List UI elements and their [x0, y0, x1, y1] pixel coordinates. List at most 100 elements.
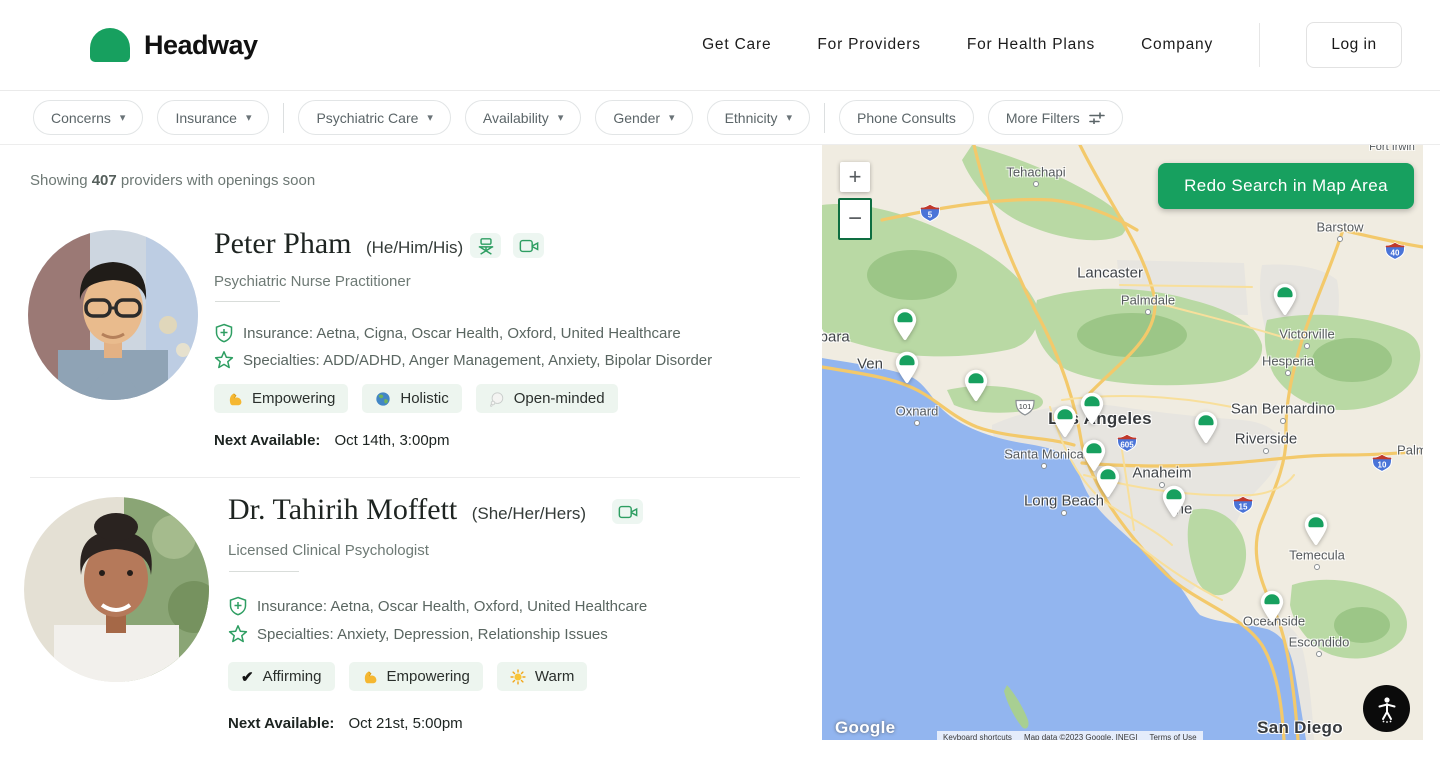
specialties-list: Anxiety, Depression, Relationship Issues — [337, 626, 608, 643]
globe-icon — [375, 391, 391, 407]
provider-map-pin[interactable] — [895, 351, 919, 384]
map-label-fort-irwin: Fort Irwin — [1369, 145, 1415, 153]
provider-map-pin[interactable] — [1194, 411, 1218, 444]
chevron-down-icon: ▾ — [246, 111, 252, 124]
headway-logo[interactable]: Headway — [90, 28, 258, 62]
filter-pill-concerns[interactable]: Concerns▾ — [33, 100, 143, 135]
provider-results-panel: Showing 407 providers with openings soon — [0, 145, 822, 777]
divider — [229, 571, 299, 572]
map-town-dot — [1304, 343, 1310, 349]
map-town-dot — [1280, 418, 1286, 424]
provider-photo-peter-pham[interactable] — [28, 230, 198, 400]
provider-name[interactable]: Dr. Tahirih Moffett — [228, 493, 457, 526]
provider-map-pin[interactable] — [1260, 590, 1284, 623]
chevron-down-icon: ▾ — [120, 111, 126, 124]
map-label-lancaster: Lancaster — [1077, 265, 1143, 282]
thought-bubble-icon — [489, 391, 505, 407]
map-label-riverside: Riverside — [1235, 431, 1298, 448]
interstate-shield-605: 605 — [1116, 433, 1138, 457]
provider-map-pin[interactable] — [1053, 405, 1077, 438]
map-zoom-out-button[interactable]: − — [838, 198, 872, 240]
next-available-time: Oct 14th, 3:00pm — [334, 432, 449, 449]
nav-divider — [1259, 23, 1260, 67]
filter-pill-phone-consults[interactable]: Phone Consults — [839, 100, 974, 135]
us-route-shield-101: 101 — [1013, 399, 1037, 422]
divider — [215, 301, 280, 302]
chevron-down-icon: ▾ — [669, 111, 675, 124]
tag-open-minded: Open-minded — [476, 384, 618, 413]
filter-group-divider — [283, 103, 284, 133]
nav-item-for-providers[interactable]: For Providers — [817, 36, 920, 54]
terms-link[interactable]: Terms of Use — [1143, 731, 1202, 740]
muscle-icon — [362, 669, 378, 685]
headway-logo-icon — [90, 28, 130, 62]
map-town-dot — [1061, 510, 1067, 516]
video-session-icon — [612, 499, 643, 524]
google-logo[interactable]: Google — [835, 718, 895, 738]
provider-map-pin[interactable] — [1304, 513, 1328, 546]
filter-pill-more-filters[interactable]: More Filters — [988, 100, 1123, 135]
provider-credentials: Psychiatric Nurse Practitioner — [214, 273, 411, 290]
provider-map-pin[interactable] — [893, 308, 917, 341]
svg-text:5: 5 — [928, 211, 933, 220]
shield-plus-icon — [214, 323, 234, 344]
nav-item-company[interactable]: Company — [1141, 36, 1213, 54]
map-label-ven: Ven — [857, 356, 883, 373]
nav-item-for-health-plans[interactable]: For Health Plans — [967, 36, 1095, 54]
map-label-long-beach: Long Beach — [1024, 493, 1104, 510]
map-town-dot — [1033, 181, 1039, 187]
provider-pronouns: (She/Her/Hers) — [472, 504, 586, 523]
interstate-shield-10: 10 — [1371, 453, 1393, 477]
map-label-san-bernardino: San Bernardino — [1231, 401, 1335, 418]
svg-text:101: 101 — [1019, 402, 1032, 411]
insurance-row: Insurance: Aetna, Cigna, Oscar Health, O… — [214, 323, 681, 344]
filter-pill-insurance[interactable]: Insurance▾ — [157, 100, 269, 135]
insurance-list: Aetna, Oscar Health, Oxford, United Heal… — [330, 598, 647, 615]
redo-search-button[interactable]: Redo Search in Map Area — [1158, 163, 1414, 209]
personality-tags: Empowering Holistic Open-minded — [214, 384, 618, 413]
provider-photo-tahirih-moffett[interactable] — [24, 497, 209, 682]
filter-lines-icon — [1089, 112, 1105, 124]
specialties-row: Specialties: Anxiety, Depression, Relati… — [228, 624, 608, 644]
filter-pill-availability[interactable]: Availability▾ — [465, 100, 581, 135]
in-person-session-icon — [470, 233, 501, 258]
provider-map-pin[interactable] — [1080, 392, 1104, 425]
chevron-down-icon: ▾ — [787, 111, 793, 124]
provider-map-pin[interactable] — [1273, 283, 1297, 316]
map-label-escondido: Escondido — [1289, 635, 1350, 650]
provider-map-pin[interactable] — [1096, 465, 1120, 498]
nav-item-get-care[interactable]: Get Care — [702, 36, 771, 54]
specialties-list: ADD/ADHD, Anger Management, Anxiety, Bip… — [323, 352, 712, 369]
next-available: Next Available:Oct 21st, 5:00pm — [228, 715, 463, 732]
map-label-arbara: arbara — [822, 329, 850, 346]
provider-map-pin[interactable] — [1162, 485, 1186, 518]
login-button[interactable]: Log in — [1306, 22, 1402, 68]
star-icon — [214, 350, 234, 370]
insurance-row: Insurance: Aetna, Oscar Health, Oxford, … — [228, 596, 647, 617]
insurance-list: Aetna, Cigna, Oscar Health, Oxford, Unit… — [316, 325, 680, 342]
filter-group-divider — [824, 103, 825, 133]
filter-bar: Concerns▾ Insurance▾ Psychiatric Care▾ Avai… — [0, 91, 1440, 145]
interstate-shield-5: 5 — [919, 203, 941, 227]
map-town-dot — [1263, 448, 1269, 454]
filter-pill-gender[interactable]: Gender▾ — [595, 100, 692, 135]
shield-plus-icon — [228, 596, 248, 617]
map-zoom-in-button[interactable]: + — [840, 162, 870, 192]
map-panel[interactable]: Fort IrwinTehachapiBarstowLancasterPalmd… — [822, 145, 1423, 740]
provider-credentials: Licensed Clinical Psychologist — [228, 542, 429, 559]
keyboard-shortcuts-link[interactable]: Keyboard shortcuts — [937, 731, 1018, 740]
provider-map-pin[interactable] — [964, 369, 988, 402]
filter-pill-ethnicity[interactable]: Ethnicity▾ — [707, 100, 810, 135]
interstate-shield-15: 15 — [1232, 495, 1254, 519]
map-town-dot — [1285, 370, 1291, 376]
accessibility-widget-button[interactable] — [1363, 685, 1410, 732]
filter-pill-psychiatric-care[interactable]: Psychiatric Care▾ — [298, 100, 450, 135]
tag-holistic: Holistic — [362, 384, 461, 413]
map-town-dot — [1041, 463, 1047, 469]
provider-pronouns: (He/Him/His) — [366, 238, 463, 257]
card-separator — [30, 477, 800, 478]
results-summary: Showing 407 providers with openings soon — [30, 172, 315, 189]
map-label-hesperia: Hesperia — [1262, 354, 1314, 369]
provider-name[interactable]: Peter Pham — [214, 227, 351, 260]
sun-icon — [510, 669, 526, 685]
